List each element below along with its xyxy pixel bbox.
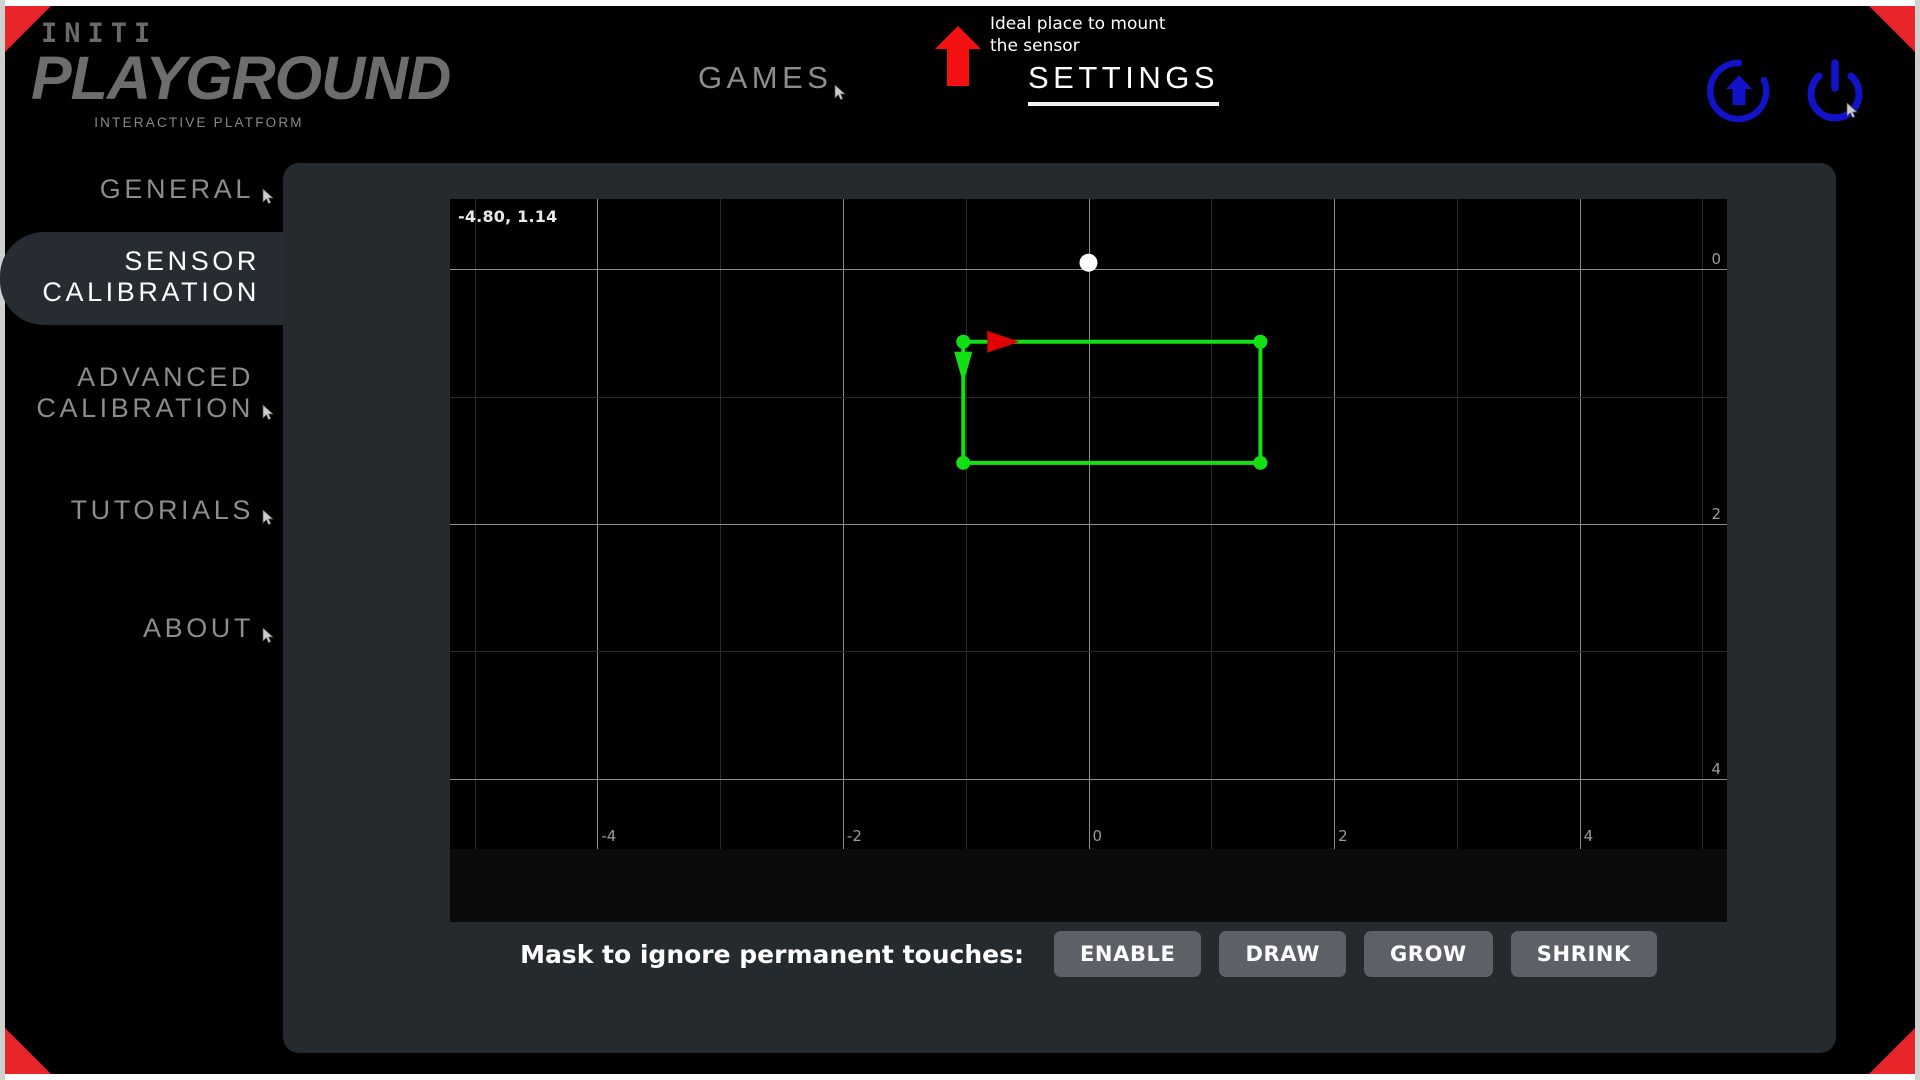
x-axis-tick-label: -4 <box>601 827 617 845</box>
sidebar-item-about[interactable]: ABOUT <box>0 613 290 644</box>
corner-accent-bottom-right <box>1869 1028 1915 1074</box>
tab-games[interactable]: GAMES <box>698 60 847 106</box>
sidebar-item-advanced-line-2: CALIBRATION <box>36 393 254 424</box>
width-direction-arrow-icon <box>987 330 1020 353</box>
sensor-origin-point <box>1079 253 1098 272</box>
mask-controls-row: Mask to ignore permanent touches: ENABLE… <box>450 922 1727 986</box>
sidebar-item-tutorials[interactable]: TUTORIALS <box>0 495 290 526</box>
calibration-plot-canvas[interactable]: -4.80, 1.14 024 -4 -2 0 2 4 <box>450 199 1727 849</box>
cursor-pointer-icon <box>262 404 274 421</box>
update-icon[interactable] <box>1706 58 1772 124</box>
up-arrow-icon <box>935 26 981 86</box>
corner-accent-bottom-left <box>5 1028 51 1074</box>
sensor-calibration-panel: -4.80, 1.14 024 -4 -2 0 2 4 Mask to ignore p… <box>283 163 1836 1053</box>
tab-games-label: GAMES <box>698 60 833 95</box>
cursor-pointer-icon <box>262 509 274 526</box>
sidebar-item-sensor-calibration[interactable]: SENSOR CALIBRATION <box>0 232 296 325</box>
calibration-corner-handle[interactable] <box>956 455 971 470</box>
mask-shrink-button[interactable]: SHRINK <box>1510 931 1657 977</box>
brand-logo: INITI PLAYGROUND INTERACTIVE PLATFORM <box>31 18 451 130</box>
cursor-pointer-icon <box>262 627 274 644</box>
sidebar-item-advanced-calibration[interactable]: ADVANCED CALIBRATION <box>0 362 290 425</box>
sidebar-item-tutorials-label: TUTORIALS <box>70 495 254 525</box>
app-root: INITI PLAYGROUND INTERACTIVE PLATFORM GA… <box>0 0 1920 1080</box>
x-axis-tick-label: -2 <box>846 827 862 845</box>
corner-accent-top-left <box>5 6 51 52</box>
y-axis-tick-label: 0 <box>1711 250 1721 269</box>
mask-label: Mask to ignore permanent touches: <box>520 939 1024 969</box>
mount-hint-line-2: the sensor <box>990 35 1080 56</box>
sidebar-item-advanced-line-1: ADVANCED <box>77 362 254 392</box>
calibration-corner-handle[interactable] <box>956 334 971 349</box>
mask-enable-button[interactable]: ENABLE <box>1053 931 1202 977</box>
sidebar-item-about-label: ABOUT <box>142 613 254 643</box>
sensor-mount-hint-text: Ideal place to mount the sensor <box>990 14 1250 58</box>
screen-border-right <box>1915 0 1920 1080</box>
x-axis-tick-label: 4 <box>1583 827 1594 845</box>
mask-draw-button[interactable]: DRAW <box>1219 931 1346 977</box>
calibration-corner-handle[interactable] <box>1253 334 1268 349</box>
settings-sidebar: GENERAL SENSOR CALIBRATION ADVANCED CALI… <box>0 150 296 940</box>
cursor-pointer-icon <box>262 188 274 205</box>
mask-grow-button[interactable]: GROW <box>1363 931 1493 977</box>
calibration-area-shape[interactable] <box>450 199 1727 849</box>
x-axis-tick-label: 2 <box>1338 827 1348 845</box>
sensor-mount-hint: Ideal place to mount the sensor <box>935 10 1265 86</box>
y-axis-tick-label: 2 <box>1711 505 1721 523</box>
x-axis-tick-label: 0 <box>1092 827 1103 845</box>
brand-tagline: INTERACTIVE PLATFORM <box>94 114 304 130</box>
sidebar-item-sensor-line-2: CALIBRATION <box>42 277 260 308</box>
power-icon[interactable] <box>1802 58 1868 124</box>
brand-name: PLAYGROUND <box>31 44 451 112</box>
sidebar-item-general-label: GENERAL <box>99 174 254 204</box>
app-header: INITI PLAYGROUND INTERACTIVE PLATFORM GA… <box>5 6 1915 146</box>
calibration-corner-handle[interactable] <box>1253 455 1268 470</box>
y-axis-tick-label: 4 <box>1711 759 1721 778</box>
calibration-rectangle[interactable] <box>961 339 1263 465</box>
mount-hint-line-1: Ideal place to mount <box>990 14 1166 34</box>
calibration-plot-card: -4.80, 1.14 024 -4 -2 0 2 4 <box>450 199 1727 922</box>
brand-mark: INITI <box>41 18 158 49</box>
sidebar-item-general[interactable]: GENERAL <box>0 174 290 205</box>
corner-accent-top-right <box>1869 6 1915 52</box>
sidebar-item-sensor-line-1: SENSOR <box>124 246 260 276</box>
height-direction-arrow-icon <box>954 351 973 384</box>
screen-border-bottom <box>0 1074 1920 1080</box>
cursor-pointer-icon <box>835 84 847 101</box>
